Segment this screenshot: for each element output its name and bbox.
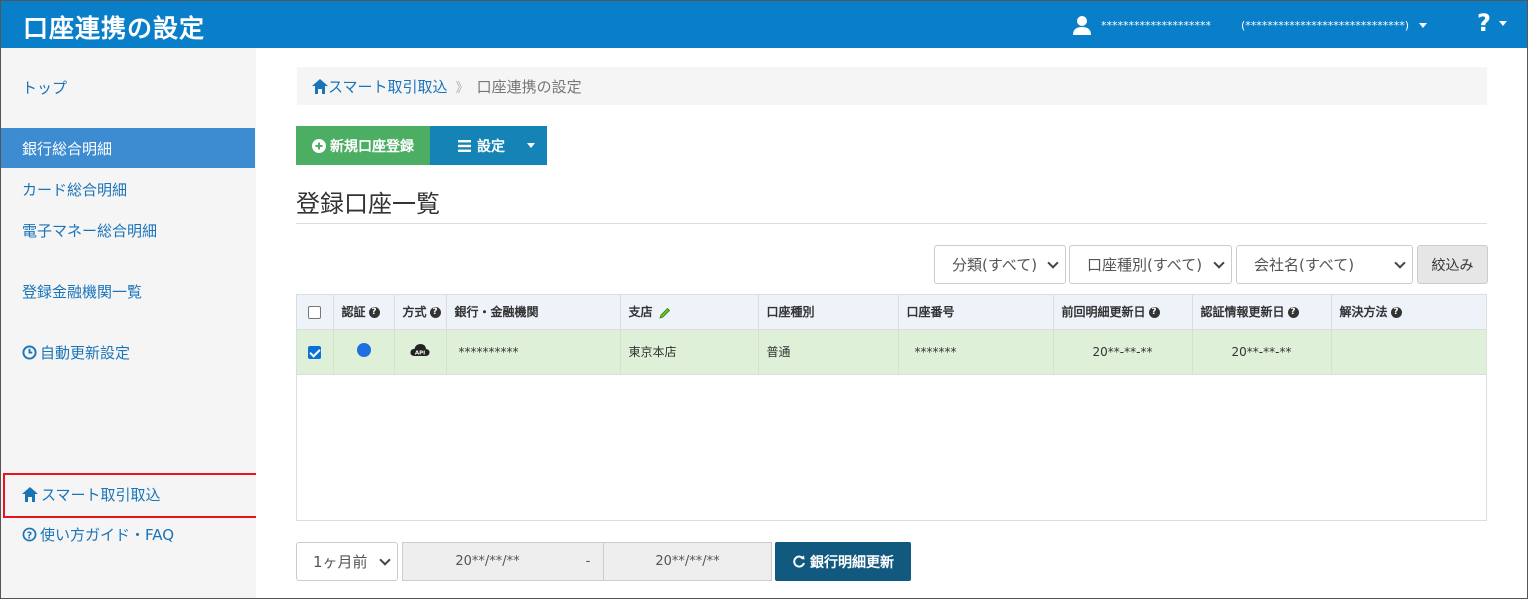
page-title: 口座連携の設定	[23, 14, 206, 43]
period-value: 1ヶ月前	[313, 553, 368, 571]
auth-status-cell	[333, 329, 395, 375]
pencil-icon[interactable]	[659, 307, 671, 319]
home-icon	[312, 78, 328, 94]
sidebar-item-registered-institutions[interactable]: 登録金融機関一覧	[1, 271, 255, 311]
bank-cell: **********	[446, 329, 621, 375]
sidebar: トップ 銀行総合明細 カード総合明細 電子マネー総合明細 登録金融機関一覧 自動…	[1, 48, 259, 598]
table-header-row: 認証? 方式? 銀行・金融機関 支店 口座種別 口座番号 前回明細更新日? 認証…	[297, 295, 1486, 330]
account-number-cell: *******	[898, 329, 1054, 375]
sidebar-item-label: 自動更新設定	[40, 343, 131, 362]
breadcrumb-separator: 》	[455, 80, 469, 96]
column-header-account-number: 口座番号	[898, 295, 1054, 330]
highlight-annotation	[3, 473, 259, 518]
question-icon[interactable]: ?	[429, 307, 441, 319]
sidebar-item-emoney-statements[interactable]: 電子マネー総合明細	[1, 210, 255, 250]
breadcrumb: スマート取引取込 》 口座連携の設定	[297, 67, 1487, 105]
sidebar-item-guide-faq[interactable]: ? 使い方ガイド・FAQ	[1, 514, 255, 554]
chevron-down-icon	[1498, 20, 1507, 26]
new-account-label: 新規口座登録	[330, 138, 414, 155]
api-cloud-icon: API	[410, 344, 430, 357]
company-filter-select[interactable]: 会社名(すべて)	[1236, 245, 1413, 284]
app-header: 口座連携の設定 ******************** (**********…	[1, 1, 1527, 48]
row-checkbox[interactable]	[308, 345, 322, 359]
sidebar-item-label: カード総合明細	[22, 180, 128, 199]
table-row[interactable]: API ********** 東京本店 普通 ******* 20**-**-*…	[297, 329, 1486, 375]
column-header-auth-info-update: 認証情報更新日?	[1192, 295, 1332, 330]
accounts-table: 認証? 方式? 銀行・金融機関 支店 口座種別 口座番号 前回明細更新日? 認証…	[296, 294, 1487, 521]
sidebar-item-label: 使い方ガイド・FAQ	[40, 525, 175, 544]
user-menu[interactable]: ******************** (******************…	[1073, 15, 1428, 35]
chevron-down-icon	[1419, 22, 1428, 28]
column-header-bank: 銀行・金融機関	[446, 295, 621, 330]
date-to-field[interactable]: 20**/**/**	[603, 542, 772, 581]
column-header-auth: 認証?	[333, 295, 395, 330]
column-header-branch: 支店	[620, 295, 759, 330]
question-circle-icon: ?	[22, 527, 37, 541]
branch-cell: 東京本店	[620, 329, 759, 375]
chevron-down-icon	[527, 143, 535, 148]
company-filter-value: 会社名(すべて)	[1254, 256, 1355, 274]
plus-circle-icon	[312, 138, 326, 153]
select-all-checkbox[interactable]	[308, 305, 322, 319]
category-filter-select[interactable]: 分類(すべて)	[934, 245, 1066, 284]
sidebar-item-label: 銀行総合明細	[22, 139, 113, 158]
account-type-filter-select[interactable]: 口座種別(すべて)	[1069, 245, 1232, 284]
column-header-account-type: 口座種別	[758, 295, 899, 330]
resolution-cell	[1331, 329, 1486, 375]
breadcrumb-home-link[interactable]: スマート取引取込	[312, 76, 448, 97]
sidebar-item-label: トップ	[22, 78, 68, 97]
settings-dropdown-button[interactable]: 設定	[430, 126, 547, 165]
refresh-bank-statements-button[interactable]: 銀行明細更新	[775, 542, 911, 581]
help-icon: ?	[1477, 9, 1491, 37]
chevron-down-icon	[1394, 257, 1406, 269]
section-title: 登録口座一覧	[296, 190, 440, 218]
account-type-filter-value: 口座種別(すべて)	[1087, 256, 1203, 274]
row-select-cell	[297, 329, 334, 375]
question-icon[interactable]: ?	[1287, 307, 1299, 319]
apply-filter-button[interactable]: 絞込み	[1417, 245, 1488, 284]
sidebar-item-card-statements[interactable]: カード総合明細	[1, 169, 255, 209]
date-from-field[interactable]: 20**/**/**	[402, 542, 573, 581]
column-header-last-statement-update: 前回明細更新日?	[1053, 295, 1193, 330]
user-icon	[1073, 16, 1091, 35]
main-content: スマート取引取込 》 口座連携の設定 新規口座登録 設定 登録口座一覧 分類(す…	[256, 48, 1527, 598]
period-select[interactable]: 1ヶ月前	[296, 542, 398, 581]
organization-name: (*****************************)	[1241, 18, 1410, 32]
column-header-method: 方式?	[394, 295, 447, 330]
chevron-down-icon	[1213, 257, 1225, 269]
sidebar-item-label: 電子マネー総合明細	[22, 221, 158, 240]
chevron-down-icon	[1047, 257, 1059, 269]
refresh-icon	[793, 555, 805, 567]
clock-icon	[22, 344, 37, 360]
auth-status-dot	[356, 343, 371, 357]
new-account-button[interactable]: 新規口座登録	[296, 126, 430, 165]
divider	[296, 223, 1487, 224]
svg-text:API: API	[415, 351, 425, 357]
auth-info-update-cell: 20**-**-**	[1192, 329, 1332, 375]
refresh-label: 銀行明細更新	[810, 554, 894, 571]
method-cell: API	[394, 329, 447, 375]
sidebar-item-top[interactable]: トップ	[1, 67, 255, 107]
help-menu[interactable]: ?	[1477, 9, 1507, 37]
sidebar-item-auto-update[interactable]: 自動更新設定	[1, 332, 255, 372]
user-name: ********************	[1101, 18, 1211, 32]
last-statement-update-cell: 20**-**-**	[1053, 329, 1193, 375]
select-all-header	[297, 295, 334, 330]
window-frame: 口座連携の設定 ******************** (**********…	[0, 0, 1528, 599]
question-icon[interactable]: ?	[1148, 307, 1160, 319]
settings-label: 設定	[477, 138, 505, 155]
sidebar-item-label: 登録金融機関一覧	[22, 282, 143, 301]
account-type-cell: 普通	[758, 329, 899, 375]
column-header-resolution: 解決方法?	[1331, 295, 1486, 330]
category-filter-value: 分類(すべて)	[952, 256, 1038, 274]
sidebar-item-bank-statements[interactable]: 銀行総合明細	[1, 128, 255, 168]
breadcrumb-current: 口座連携の設定	[476, 77, 582, 96]
breadcrumb-home-label: スマート取引取込	[328, 77, 448, 96]
date-separator: -	[572, 542, 604, 581]
list-icon	[458, 139, 471, 152]
question-icon[interactable]: ?	[1390, 307, 1402, 319]
chevron-down-icon	[379, 554, 391, 566]
question-icon[interactable]: ?	[368, 307, 380, 319]
svg-text:?: ?	[27, 530, 32, 541]
